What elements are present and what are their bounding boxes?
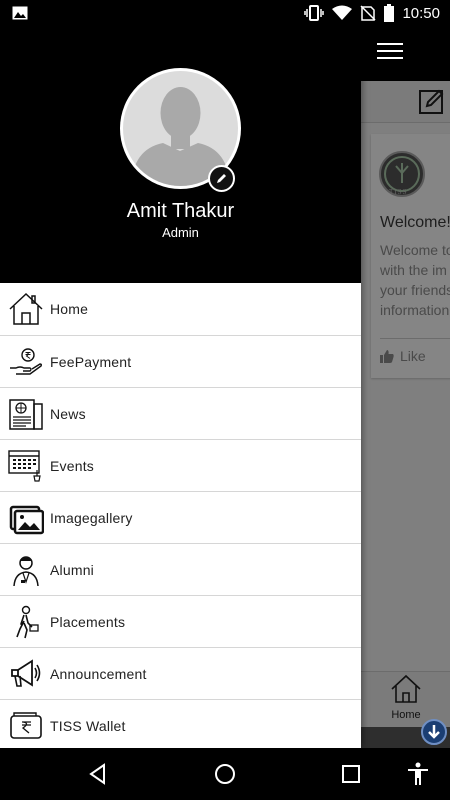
menu-item-news[interactable]: News — [0, 387, 361, 439]
like-label: Like — [400, 348, 426, 364]
download-arrow-icon — [428, 725, 440, 739]
logo-text: TISS — [389, 188, 408, 196]
status-time: 10:50 — [402, 4, 440, 22]
wifi-icon — [332, 5, 353, 20]
home-circle-icon[interactable] — [211, 760, 239, 788]
post-body-line: Welcome to — [380, 242, 450, 258]
menu-item-imagegallery[interactable]: Imagegallery — [0, 491, 361, 543]
menu-item-announcement[interactable]: Announcement — [0, 647, 361, 699]
image-gallery-icon — [9, 505, 44, 535]
accessibility-icon[interactable] — [404, 760, 432, 788]
bottom-tab-home[interactable]: Home — [386, 674, 426, 726]
post-body: Welcome to with the im your friends info… — [380, 240, 450, 320]
recents-icon[interactable] — [337, 760, 365, 788]
menu-item-label: Placements — [50, 614, 126, 630]
wallet-icon — [10, 712, 42, 739]
welcome-post-card[interactable]: TISS Welcome! Welcome to with the im you… — [371, 134, 450, 378]
status-bar: 10:50 — [0, 0, 450, 26]
news-icon — [9, 399, 43, 430]
thumbs-up-icon — [380, 349, 394, 363]
card-divider — [380, 338, 450, 339]
events-icon — [8, 450, 41, 482]
menu-item-tiss-wallet[interactable]: TISS Wallet — [0, 699, 361, 751]
menu-item-label: Alumni — [50, 562, 94, 578]
menu-item-events[interactable]: Events — [0, 439, 361, 491]
menu-item-label: TISS Wallet — [50, 718, 126, 734]
compose-icon[interactable] — [419, 88, 445, 114]
navigation-drawer: Amit Thakur Admin Home FeePayment News E… — [0, 26, 361, 751]
bottom-tab-label: Home — [391, 709, 421, 721]
menu-item-label: News — [50, 406, 86, 422]
fee-payment-icon — [10, 348, 43, 375]
download-button[interactable] — [421, 719, 447, 745]
no-sim-icon — [360, 5, 376, 21]
menu-item-label: Events — [50, 458, 94, 474]
like-button[interactable]: Like — [380, 348, 426, 364]
drawer-menu: Home FeePayment News Events Imagegallery… — [0, 283, 361, 751]
system-navigation-bar — [0, 748, 450, 800]
home-icon — [9, 292, 43, 325]
menu-item-label: FeePayment — [50, 354, 132, 370]
post-body-line: with the im — [380, 262, 447, 278]
menu-item-placements[interactable]: Placements — [0, 595, 361, 647]
menu-item-home[interactable]: Home — [0, 283, 361, 335]
vibrate-icon — [304, 5, 325, 21]
user-name: Amit Thakur — [126, 200, 235, 222]
image-icon — [12, 6, 28, 20]
back-icon[interactable] — [84, 760, 112, 788]
home-icon — [391, 674, 421, 703]
post-title: Welcome! — [380, 214, 450, 231]
menu-icon[interactable] — [377, 43, 403, 63]
post-body-line: your friends — [380, 282, 450, 298]
menu-item-label: Announcement — [50, 666, 147, 682]
placements-icon — [16, 605, 39, 639]
announcement-icon — [11, 659, 41, 687]
drawer-header: Amit Thakur Admin — [0, 26, 361, 283]
user-role: Admin — [162, 225, 199, 240]
battery-icon — [384, 4, 395, 22]
menu-item-label: Imagegallery — [50, 510, 133, 526]
menu-item-alumni[interactable]: Alumni — [0, 543, 361, 595]
alumni-icon — [13, 556, 39, 587]
pencil-icon — [217, 174, 226, 183]
menu-item-label: Home — [50, 301, 89, 317]
menu-item-feepayment[interactable]: FeePayment — [0, 335, 361, 387]
edit-profile-button[interactable] — [208, 165, 235, 192]
post-body-line: information — [380, 302, 450, 318]
